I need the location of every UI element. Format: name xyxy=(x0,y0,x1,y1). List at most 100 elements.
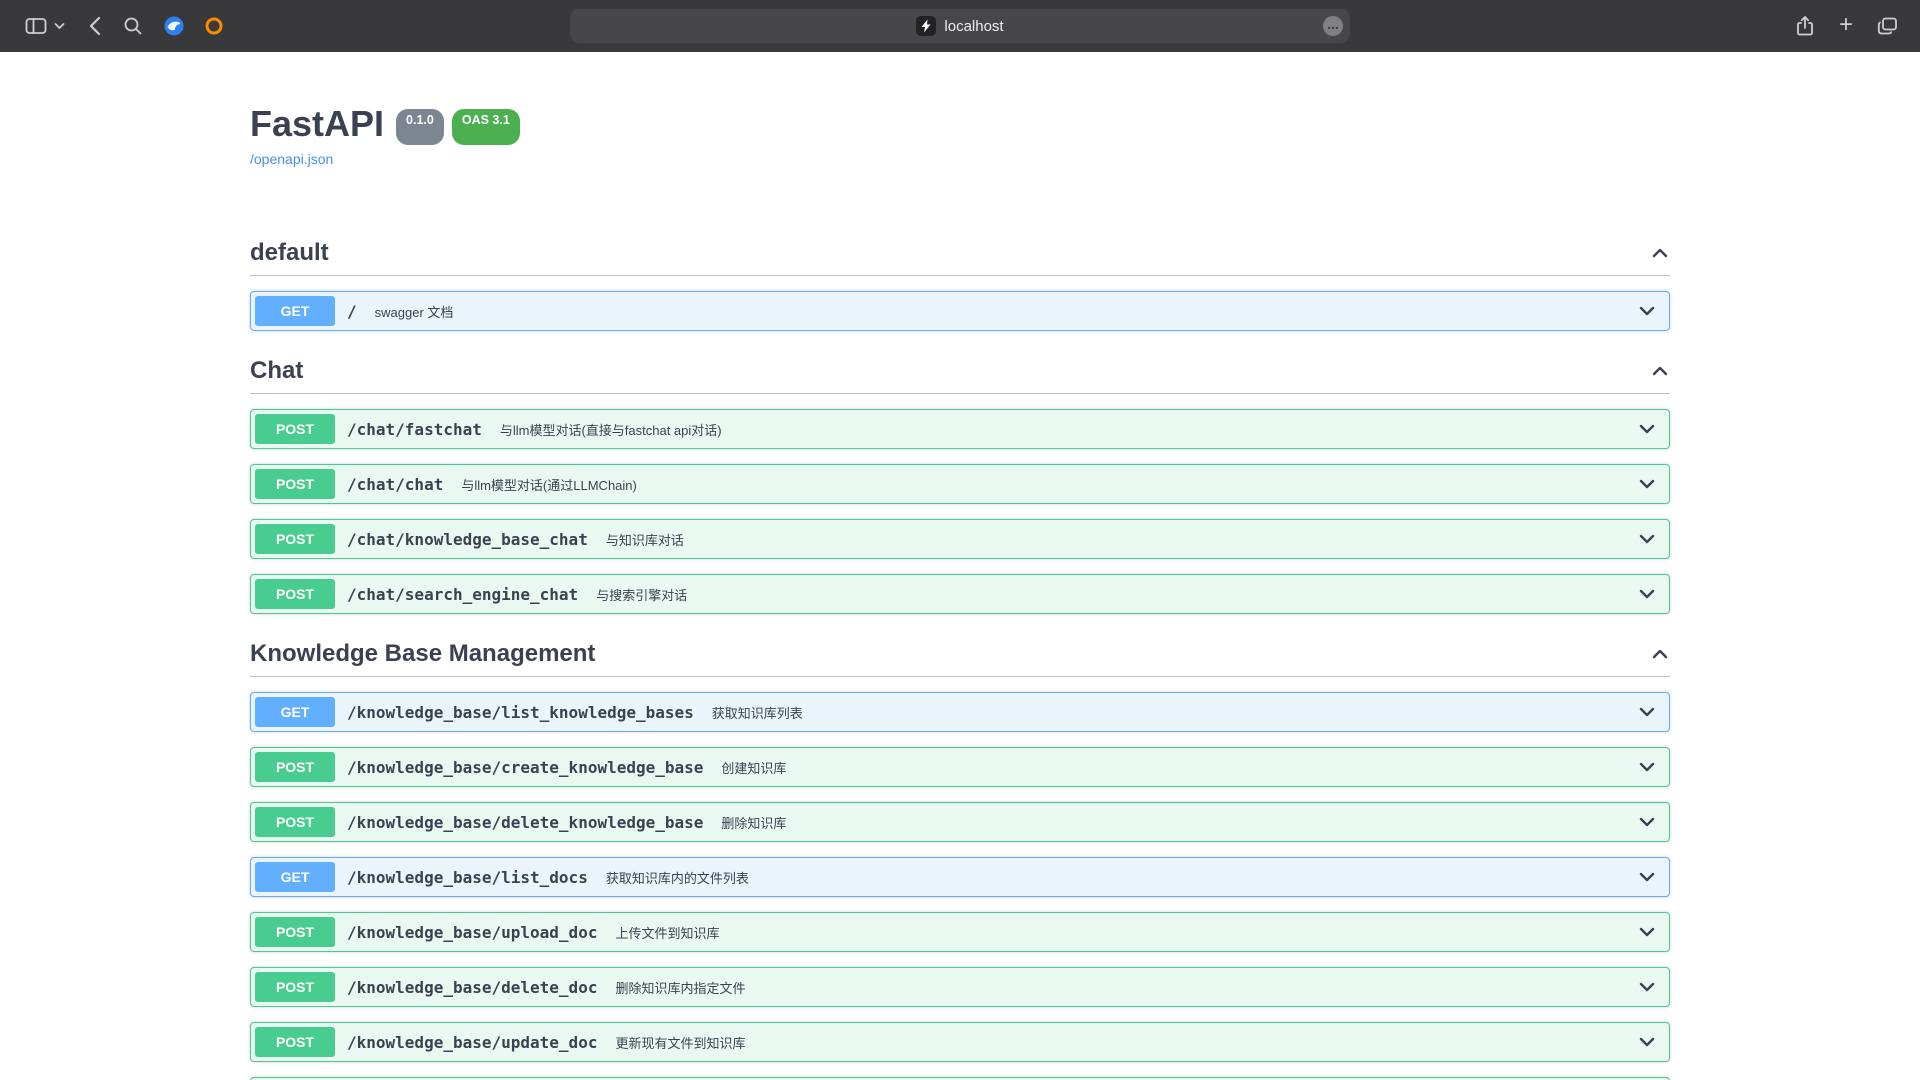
new-tab-button[interactable]: + xyxy=(1832,9,1860,43)
tag-section-title: Chat xyxy=(250,357,303,385)
tag-section-header[interactable]: default xyxy=(250,239,1670,276)
expand-operation-button[interactable] xyxy=(1637,529,1657,549)
operation-description: swagger 文档 xyxy=(375,302,454,321)
operation-row[interactable]: POST /chat/chat 与llm模型对话(通过LLMChain) xyxy=(250,464,1670,504)
browser-toolbar: localhost ... + xyxy=(0,0,1920,52)
search-button[interactable] xyxy=(116,9,150,43)
tag-section-title: default xyxy=(250,239,329,267)
operation-row[interactable]: POST /knowledge_base/delete_doc 删除知识库内指定… xyxy=(250,967,1670,1007)
operation-row[interactable]: POST /knowledge_base/update_doc 更新现有文件到知… xyxy=(250,1022,1670,1062)
chevron-down-icon xyxy=(1637,1032,1657,1052)
operation-description: 更新现有文件到知识库 xyxy=(615,1033,745,1052)
method-badge: POST xyxy=(255,917,335,947)
operation-path: /chat/fastchat xyxy=(347,420,482,439)
chevron-down-icon xyxy=(1637,812,1657,832)
address-bar[interactable]: localhost ... xyxy=(570,9,1350,43)
operation-path: /knowledge_base/update_doc xyxy=(347,1033,597,1052)
page-menu-ellipsis-icon: ... xyxy=(1327,17,1339,31)
operation-description: 与知识库对话 xyxy=(606,530,684,549)
operation-description: 删除知识库内指定文件 xyxy=(615,978,745,997)
oas-badge: OAS 3.1 xyxy=(452,109,520,145)
site-favicon xyxy=(916,16,936,36)
chevron-down-icon xyxy=(1637,584,1657,604)
tag-section-knowledge-base: Knowledge Base Management GET /knowledge… xyxy=(250,640,1670,1080)
tag-section-header[interactable]: Knowledge Base Management xyxy=(250,640,1670,677)
operation-path: /knowledge_base/delete_knowledge_base xyxy=(347,813,703,832)
sidebar-toggle-button[interactable] xyxy=(18,9,54,43)
operation-path: /knowledge_base/list_docs xyxy=(347,868,588,887)
share-icon xyxy=(1795,15,1815,37)
openapi-spec-link[interactable]: /openapi.json xyxy=(250,151,333,167)
expand-operation-button[interactable] xyxy=(1637,977,1657,997)
search-icon xyxy=(123,16,143,36)
operation-row[interactable]: POST /knowledge_base/delete_knowledge_ba… xyxy=(250,802,1670,842)
expand-operation-button[interactable] xyxy=(1637,419,1657,439)
tag-section-default: default GET / swagger 文档 xyxy=(250,239,1670,331)
sidebar-menu-button[interactable] xyxy=(54,9,72,43)
expand-operation-button[interactable] xyxy=(1637,584,1657,604)
method-badge: POST xyxy=(255,469,335,499)
method-badge: POST xyxy=(255,414,335,444)
operation-row[interactable]: GET /knowledge_base/list_docs 获取知识库内的文件列… xyxy=(250,857,1670,897)
share-button[interactable] xyxy=(1788,9,1822,43)
operation-path: /knowledge_base/list_knowledge_bases xyxy=(347,703,694,722)
operation-description: 创建知识库 xyxy=(721,758,786,777)
version-badge: 0.1.0 xyxy=(396,109,444,145)
tag-section-title: Knowledge Base Management xyxy=(250,640,595,668)
ring-extension-icon xyxy=(203,15,225,37)
sidebar-icon xyxy=(25,16,47,36)
swagger-page: FastAPI 0.1.0 OAS 3.1 /openapi.json defa… xyxy=(0,52,1920,1080)
operation-row[interactable]: GET / swagger 文档 xyxy=(250,291,1670,331)
operation-description: 与搜索引擎对话 xyxy=(596,585,687,604)
chevron-down-icon xyxy=(54,22,65,30)
back-button[interactable] xyxy=(82,9,108,43)
operation-description: 上传文件到知识库 xyxy=(615,923,719,942)
tab-overview-button[interactable] xyxy=(1870,9,1906,43)
chevron-down-icon xyxy=(1637,867,1657,887)
page-menu-button[interactable]: ... xyxy=(1323,16,1343,36)
chevron-down-icon xyxy=(1637,702,1657,722)
bird-extension-button[interactable] xyxy=(156,9,192,43)
expand-operation-button[interactable] xyxy=(1637,812,1657,832)
chevron-down-icon xyxy=(1637,474,1657,494)
tag-section-header[interactable]: Chat xyxy=(250,357,1670,394)
chevron-down-icon xyxy=(1637,529,1657,549)
url-text: localhost xyxy=(944,18,1003,35)
operation-path: /knowledge_base/delete_doc xyxy=(347,978,597,997)
expand-operation-button[interactable] xyxy=(1637,301,1657,321)
expand-operation-button[interactable] xyxy=(1637,922,1657,942)
expand-operation-button[interactable] xyxy=(1637,757,1657,777)
api-title-text: FastAPI xyxy=(250,102,384,145)
chevron-up-icon[interactable] xyxy=(1650,644,1670,664)
expand-operation-button[interactable] xyxy=(1637,867,1657,887)
expand-operation-button[interactable] xyxy=(1637,474,1657,494)
new-tab-icon: + xyxy=(1839,13,1853,37)
method-badge: POST xyxy=(255,579,335,609)
operation-row[interactable]: POST /chat/fastchat 与llm模型对话(直接与fastchat… xyxy=(250,409,1670,449)
chevron-up-icon[interactable] xyxy=(1650,361,1670,381)
method-badge: POST xyxy=(255,807,335,837)
chevron-down-icon xyxy=(1637,922,1657,942)
chevron-down-icon xyxy=(1637,977,1657,997)
back-icon xyxy=(89,16,101,36)
lightning-bolt-icon xyxy=(920,19,932,33)
bird-extension-icon xyxy=(163,15,185,37)
title-badges: 0.1.0 OAS 3.1 xyxy=(396,109,520,145)
expand-operation-button[interactable] xyxy=(1637,1032,1657,1052)
chevron-up-icon[interactable] xyxy=(1650,243,1670,263)
expand-operation-button[interactable] xyxy=(1637,702,1657,722)
operation-path: / xyxy=(347,302,357,321)
page-title: FastAPI 0.1.0 OAS 3.1 xyxy=(250,102,1670,145)
operation-path: /knowledge_base/create_knowledge_base xyxy=(347,758,703,777)
operation-description: 获取知识库列表 xyxy=(712,703,803,722)
operation-row[interactable]: GET /knowledge_base/list_knowledge_bases… xyxy=(250,692,1670,732)
chevron-down-icon xyxy=(1637,419,1657,439)
chevron-down-icon xyxy=(1637,757,1657,777)
ring-extension-button[interactable] xyxy=(196,9,232,43)
operation-row[interactable]: POST /chat/search_engine_chat 与搜索引擎对话 xyxy=(250,574,1670,614)
operation-row[interactable]: POST /chat/knowledge_base_chat 与知识库对话 xyxy=(250,519,1670,559)
operation-description: 与llm模型对话(直接与fastchat api对话) xyxy=(500,420,722,439)
operation-row[interactable]: POST /knowledge_base/create_knowledge_ba… xyxy=(250,747,1670,787)
operation-path: /chat/search_engine_chat xyxy=(347,585,578,604)
operation-row[interactable]: POST /knowledge_base/upload_doc 上传文件到知识库 xyxy=(250,912,1670,952)
